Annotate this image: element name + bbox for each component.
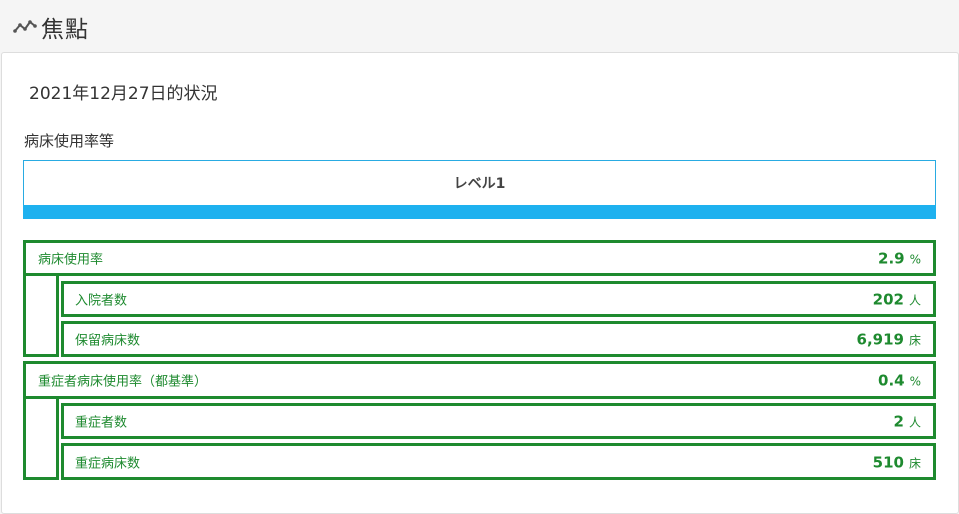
metric-label: 重症病床数 <box>75 456 141 471</box>
metric-row-severe-beds: 重症病床数 510 床 <box>61 443 936 480</box>
page-title: 焦點 <box>41 17 89 43</box>
metric-row-severe-patients: 重症者数 2人 <box>61 403 936 439</box>
metric-label: 重症者病床使用率（都基準） <box>38 374 208 390</box>
metric-row-reserved-beds: 保留病床数 6,919 床 <box>61 321 936 357</box>
metric-label: 入院者数 <box>75 293 128 309</box>
metric-row-bed-usage: 病床使用率 2.9% <box>23 240 936 276</box>
metric-value: 0.4 <box>878 371 905 390</box>
metric-value: 2 <box>893 412 904 431</box>
metric-row-severe-usage: 重症者病床使用率（都基準） 0.4% <box>23 361 936 399</box>
level-label: レベル1 <box>453 176 506 192</box>
metric-row-admitted: 入院者数 202 人 <box>61 281 936 317</box>
metric-unit: 床 <box>908 333 921 348</box>
metric-unit: 人 <box>908 293 921 308</box>
metric-label: 保留病床数 <box>75 333 141 349</box>
section-label: 病床使用率等 <box>24 132 115 150</box>
metric-value: 510 <box>872 453 904 471</box>
metric-value: 2.9 <box>878 249 905 268</box>
metric-value: 6,919 <box>856 330 904 349</box>
page-header: 焦點 <box>0 0 959 52</box>
level-bar <box>23 205 936 219</box>
status-date: 2021年12月27日的状況 <box>29 84 218 104</box>
metric-unit: % <box>909 374 921 389</box>
trend-line-icon <box>13 20 37 33</box>
metric-label: 病床使用率 <box>38 252 104 268</box>
metric-unit: 床 <box>908 456 921 470</box>
metric-unit: 人 <box>908 415 921 430</box>
metric-label: 重症者数 <box>75 415 128 431</box>
level-indicator: レベル1 <box>23 160 936 205</box>
metric-unit: % <box>909 252 921 267</box>
metric-value: 202 <box>872 290 904 309</box>
